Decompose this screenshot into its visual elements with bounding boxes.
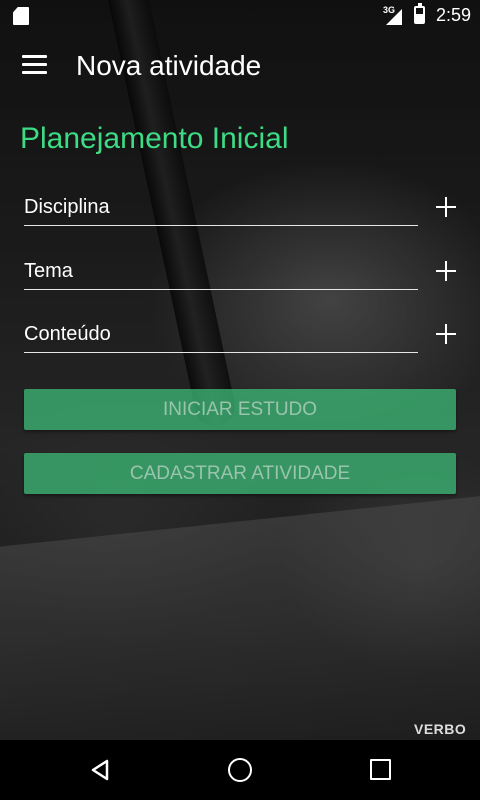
- disciplina-field[interactable]: Disciplina: [24, 185, 418, 226]
- back-icon[interactable]: [90, 759, 110, 781]
- disciplina-label: Disciplina: [24, 196, 110, 218]
- add-conteudo-plus-icon[interactable]: [436, 324, 456, 344]
- conteudo-label: Conteúdo: [24, 323, 111, 345]
- background-photo: [0, 0, 480, 740]
- add-tema-plus-icon[interactable]: [436, 261, 456, 281]
- section-title: Planejamento Inicial: [20, 122, 289, 155]
- hamburger-menu-icon[interactable]: [22, 55, 47, 75]
- navigation-bar: [0, 740, 480, 800]
- start-study-button[interactable]: INICIAR ESTUDO: [24, 389, 456, 430]
- page-title: Nova atividade: [76, 50, 262, 81]
- sd-card-icon: [13, 7, 29, 25]
- home-icon[interactable]: [228, 758, 252, 782]
- background-shade: [0, 0, 480, 740]
- status-time: 2:59: [436, 5, 472, 25]
- status-bar: 3G 2:59: [0, 0, 480, 32]
- tema-field[interactable]: Tema: [24, 249, 418, 290]
- signal-icon: [386, 9, 402, 25]
- tema-label: Tema: [24, 260, 73, 282]
- recent-apps-icon[interactable]: [370, 759, 391, 780]
- watermark-logo: VERBO: [414, 721, 467, 737]
- conteudo-field[interactable]: Conteúdo: [24, 312, 418, 353]
- register-activity-button[interactable]: CADASTRAR ATIVIDADE: [24, 453, 456, 494]
- app-bar: Nova atividade: [0, 32, 480, 100]
- add-disciplina-plus-icon[interactable]: [436, 197, 456, 217]
- battery-charging-icon: [414, 3, 425, 24]
